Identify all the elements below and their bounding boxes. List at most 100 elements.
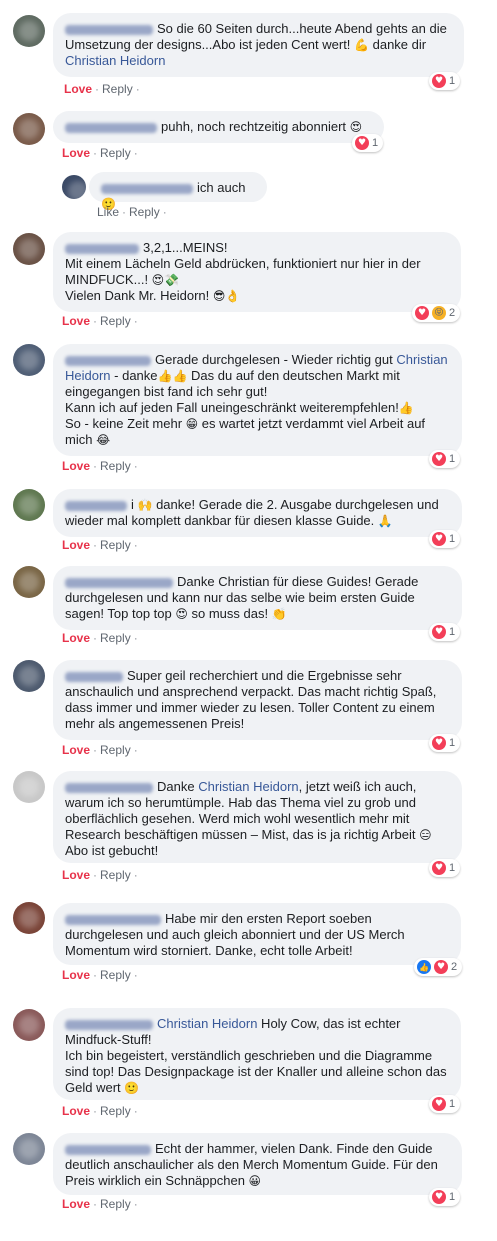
action-separator: · xyxy=(93,743,98,757)
avatar[interactable] xyxy=(13,1009,45,1041)
reply-button[interactable]: Reply xyxy=(100,1197,131,1211)
blurred-author-name[interactable] xyxy=(65,671,123,682)
like-button[interactable]: Like xyxy=(97,205,119,219)
flexed-biceps-emoji: 💪 xyxy=(354,38,369,52)
love-button[interactable]: Love xyxy=(62,314,90,328)
reaction-number: 2 xyxy=(449,307,456,319)
clapping-hands-emoji: 👏 xyxy=(271,607,287,621)
love-button[interactable]: Love xyxy=(62,459,90,473)
action-separator: · xyxy=(133,868,138,882)
love-button[interactable]: Love xyxy=(62,743,90,757)
reaction-number: 1 xyxy=(449,533,456,545)
blurred-author-name[interactable] xyxy=(65,122,157,133)
heart-eyes-money-emoji: 😍💸 xyxy=(151,273,180,287)
reaction-count[interactable]: ♥ 1 xyxy=(429,530,461,548)
avatar[interactable] xyxy=(13,1133,45,1165)
blurred-author-name[interactable] xyxy=(65,1019,153,1030)
grimace-emoji: 😁 xyxy=(185,417,199,431)
blurred-author-name[interactable] xyxy=(65,24,153,35)
reaction-number: 1 xyxy=(449,862,456,874)
reply-button[interactable]: Reply xyxy=(100,968,131,982)
love-button[interactable]: Love xyxy=(62,146,90,160)
love-button[interactable]: Love xyxy=(64,82,92,96)
avatar[interactable] xyxy=(62,175,86,199)
reaction-count[interactable]: 👍 ♥ 2 xyxy=(414,958,463,976)
avatar[interactable] xyxy=(13,15,45,47)
comment-actions: Love · Reply · xyxy=(62,1197,141,1211)
avatar[interactable] xyxy=(13,660,45,692)
heart-icon: ♥ xyxy=(355,136,369,150)
avatar[interactable] xyxy=(13,566,45,598)
comment-text: danke dir xyxy=(369,37,427,52)
heart-icon: ♥ xyxy=(432,1190,446,1204)
reply-button[interactable]: Reply xyxy=(100,314,131,328)
comment-text: Abo ist gebucht! xyxy=(65,843,159,858)
blurred-author-name[interactable] xyxy=(101,183,193,194)
mention-link[interactable]: Christian Heidorn xyxy=(198,779,298,794)
comment-text: ich auch xyxy=(197,180,246,195)
mention-link[interactable]: Christian Heidorn xyxy=(157,1016,257,1031)
comment-bubble: Danke Christian für diese Guides! Gerade… xyxy=(53,566,462,630)
comment-bubble: 3,2,1...MEINS! Mit einem Lächeln Geld ab… xyxy=(53,232,461,312)
action-separator: · xyxy=(135,82,140,96)
laughing-icon: 😝 xyxy=(432,306,446,320)
reply-button[interactable]: Reply xyxy=(100,1104,131,1118)
action-separator: · xyxy=(93,459,98,473)
blurred-author-name[interactable] xyxy=(65,1144,151,1155)
comment-text: Ich bin begeistert, verständlich geschri… xyxy=(65,1048,447,1095)
reaction-count[interactable]: ♥ 1 xyxy=(429,72,461,90)
avatar[interactable] xyxy=(13,344,45,376)
reaction-count[interactable]: ♥ 1 xyxy=(429,1095,461,1113)
grinning-emoji: 😀 xyxy=(248,1174,262,1188)
reaction-count[interactable]: ♥ 1 xyxy=(429,450,461,468)
avatar[interactable] xyxy=(13,233,45,265)
action-separator: · xyxy=(93,1197,98,1211)
action-separator: · xyxy=(95,82,100,96)
avatar[interactable] xyxy=(13,489,45,521)
comment-actions: Love · Reply · xyxy=(62,631,141,645)
avatar[interactable] xyxy=(13,113,45,145)
reply-button[interactable]: Reply xyxy=(129,205,160,219)
comment-actions: Love · Reply · xyxy=(62,968,141,982)
reaction-count[interactable]: ♥ 😝 2 xyxy=(412,304,461,322)
love-button[interactable]: Love xyxy=(62,631,90,645)
blurred-author-name[interactable] xyxy=(65,500,127,511)
reaction-number: 1 xyxy=(372,137,379,149)
blurred-author-name[interactable] xyxy=(65,243,139,254)
blurred-author-name[interactable] xyxy=(65,577,173,588)
comment-actions: Love · Reply · xyxy=(62,459,141,473)
reaction-count[interactable]: ♥ 1 xyxy=(429,859,461,877)
reaction-count[interactable]: ♥ 1 xyxy=(429,734,461,752)
avatar[interactable] xyxy=(13,902,45,934)
blurred-author-name[interactable] xyxy=(65,782,153,793)
action-separator: · xyxy=(162,205,167,219)
reaction-count[interactable]: ♥ 1 xyxy=(352,134,384,152)
reaction-count[interactable]: ♥ 1 xyxy=(429,1188,461,1206)
reaction-count[interactable]: ♥ 1 xyxy=(429,623,461,641)
reaction-number: 1 xyxy=(449,1098,456,1110)
blurred-author-name[interactable] xyxy=(65,355,151,366)
reply-button[interactable]: Reply xyxy=(100,631,131,645)
comment-actions: Love · Reply · xyxy=(62,314,141,328)
reply-button[interactable]: Reply xyxy=(100,868,131,882)
reply-button[interactable]: Reply xyxy=(102,82,133,96)
comment-bubble: Gerade durchgelesen - Wieder richtig gut… xyxy=(53,344,462,456)
comment-text: - danke xyxy=(110,368,158,383)
love-button[interactable]: Love xyxy=(62,538,90,552)
mention-link[interactable]: Christian Heidorn xyxy=(65,53,165,68)
reply-button[interactable]: Reply xyxy=(100,538,131,552)
action-separator: · xyxy=(93,968,98,982)
blurred-author-name[interactable] xyxy=(65,914,161,925)
comment-actions: Love · Reply · xyxy=(62,743,141,757)
comment-bubble: Echt der hammer, vielen Dank. Finde den … xyxy=(53,1133,462,1195)
comment-text: So - keine Zeit mehr xyxy=(65,416,186,431)
comment-bubble: i 🙌 danke! Gerade die 2. Ausgabe durchge… xyxy=(53,489,462,537)
reply-button[interactable]: Reply xyxy=(100,459,131,473)
love-button[interactable]: Love xyxy=(62,1197,90,1211)
reply-button[interactable]: Reply xyxy=(100,743,131,757)
love-button[interactable]: Love xyxy=(62,968,90,982)
love-button[interactable]: Love xyxy=(62,1104,90,1118)
love-button[interactable]: Love xyxy=(62,868,90,882)
reply-button[interactable]: Reply xyxy=(100,146,131,160)
avatar[interactable] xyxy=(13,771,45,803)
